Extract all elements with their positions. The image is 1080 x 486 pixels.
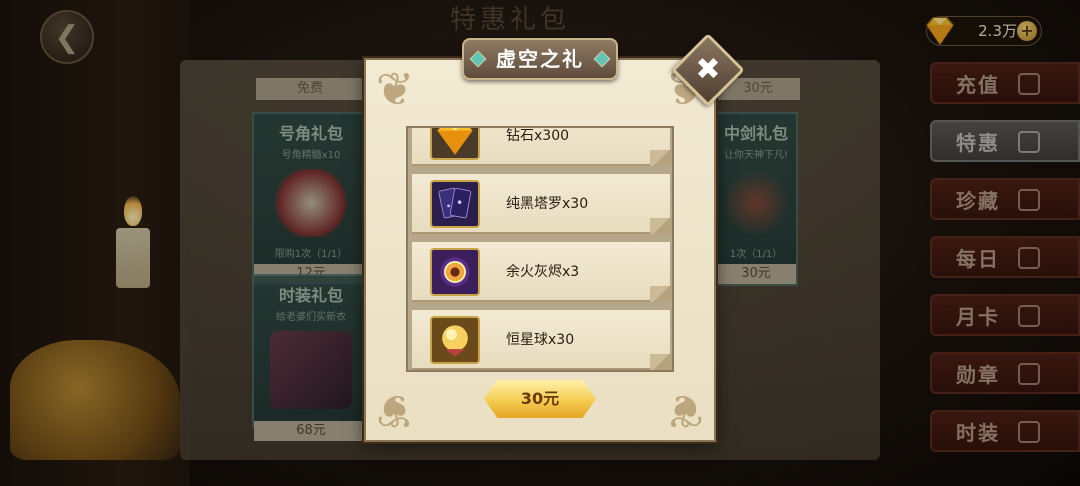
diamond-icon [430,128,480,160]
dialog-title-text: 虚空之礼 [496,47,584,71]
paper-fold [650,218,672,234]
corner-ornament-icon: ❦ [375,62,415,116]
star-sphere-icon [430,316,480,364]
list-item: 恒星球x30 [412,310,672,370]
item-name: 纯黑塔罗x30 [506,196,589,212]
dialog-title: 虚空之礼 [462,38,618,80]
item-name: 恒星球x30 [506,332,575,348]
paper-fold [650,354,672,370]
buy-button[interactable]: 30元 [484,380,596,418]
tarot-card-icon [430,180,480,228]
ember-orb-icon [430,248,480,296]
reward-list[interactable]: 钻石x300 纯黑塔罗x30 余火灰烬x3 恒星球x30 [406,126,674,372]
item-name: 钻石x300 [506,128,570,144]
corner-ornament-icon: ❦ [665,384,705,438]
gem-ornament-icon [593,50,611,68]
gem-ornament-icon [469,50,487,68]
list-item: 纯黑塔罗x30 [412,174,672,234]
corner-ornament-icon: ❦ [375,384,415,438]
paper-fold [650,150,672,166]
list-item: 余火灰烬x3 [412,242,672,302]
list-item: 钻石x300 [412,128,672,166]
paper-fold [650,286,672,302]
close-icon: ✖ [695,52,721,87]
item-name: 余火灰烬x3 [506,264,580,280]
